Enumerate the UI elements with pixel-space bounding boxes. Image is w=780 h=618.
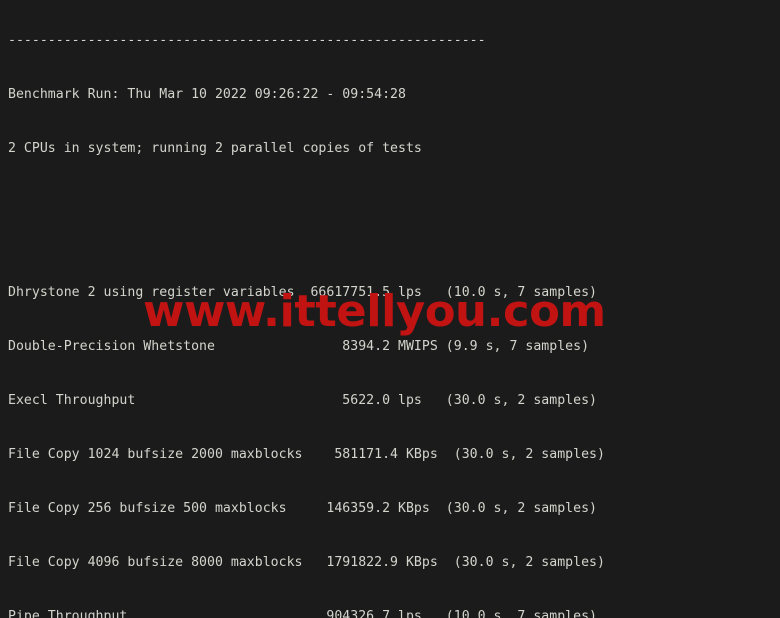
top-rule: ----------------------------------------… [8, 33, 486, 48]
raw-result-row: Execl Throughput 5622.0 lps (30.0 s, 2 s… [8, 393, 598, 408]
raw-result-row: File Copy 4096 bufsize 8000 maxblocks 17… [8, 555, 605, 570]
raw-result-row: Dhrystone 2 using register variables 666… [8, 285, 598, 300]
raw-results-block: Dhrystone 2 using register variables 666… [8, 248, 605, 618]
terminal-window[interactable]: ----------------------------------------… [0, 0, 780, 618]
raw-result-row: Pipe Throughput 904326.7 lps (10.0 s, 7 … [8, 609, 598, 618]
raw-result-row: File Copy 256 bufsize 500 maxblocks 1463… [8, 501, 598, 516]
raw-result-row: Double-Precision Whetstone 8394.2 MWIPS … [8, 339, 590, 354]
benchmark-run-line: Benchmark Run: Thu Mar 10 2022 09:26:22 … [8, 87, 406, 102]
terminal-output: ----------------------------------------… [8, 0, 605, 618]
cpu-info-line: 2 CPUs in system; running 2 parallel cop… [8, 141, 422, 156]
raw-result-row: File Copy 1024 bufsize 2000 maxblocks 58… [8, 447, 605, 462]
